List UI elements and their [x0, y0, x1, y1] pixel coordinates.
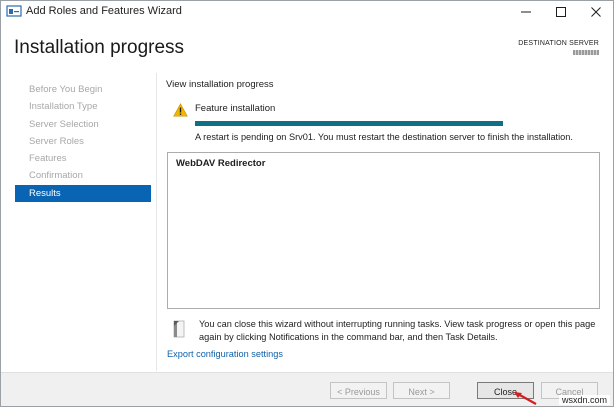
- progress-fill: [195, 121, 503, 126]
- installation-progress-bar: [195, 121, 503, 126]
- nav-item-before-you-begin[interactable]: Before You Begin: [15, 81, 151, 98]
- next-button[interactable]: Next >: [393, 382, 450, 399]
- minimize-icon: [521, 11, 531, 12]
- window-title: Add Roles and Features Wizard: [26, 5, 182, 17]
- notification-flag-icon: [173, 320, 185, 338]
- minimize-button[interactable]: [509, 1, 543, 22]
- nav-item-server-selection[interactable]: Server Selection: [15, 116, 151, 133]
- watermark: wsxdn.com: [558, 395, 610, 405]
- nav-item-server-roles[interactable]: Server Roles: [15, 133, 151, 150]
- previous-button[interactable]: < Previous: [330, 382, 387, 399]
- title-bar[interactable]: Add Roles and Features Wizard: [1, 1, 613, 22]
- close-wizard-info-text: You can close this wizard without interr…: [199, 319, 596, 342]
- section-title: View installation progress: [166, 79, 274, 90]
- nav-item-confirmation[interactable]: Confirmation: [15, 167, 151, 184]
- close-window-button[interactable]: [579, 1, 613, 22]
- destination-server-name-redacted: [573, 50, 599, 55]
- nav-item-installation-type[interactable]: Installation Type: [15, 98, 151, 115]
- restart-pending-message: A restart is pending on Srv01. You must …: [195, 132, 573, 142]
- export-configuration-link[interactable]: Export configuration settings: [167, 349, 283, 359]
- wizard-nav: Before You Begin Installation Type Serve…: [15, 81, 151, 203]
- server-manager-icon: [6, 5, 22, 17]
- nav-item-results[interactable]: Results: [15, 184, 151, 203]
- close-icon: [591, 6, 601, 17]
- page-title: Installation progress: [14, 37, 185, 58]
- results-item: WebDAV Redirector: [176, 158, 266, 169]
- nav-divider: [156, 73, 157, 371]
- feature-installation-label: Feature installation: [195, 103, 276, 114]
- destination-server-label: DESTINATION SERVER: [518, 40, 599, 47]
- wizard-window: Add Roles and Features Wizard Installati…: [0, 0, 614, 407]
- nav-item-features[interactable]: Features: [15, 150, 151, 167]
- red-arrow-annotation: [514, 392, 537, 405]
- results-list[interactable]: WebDAV Redirector: [167, 152, 600, 309]
- maximize-button[interactable]: [544, 1, 578, 22]
- maximize-icon: [556, 6, 566, 17]
- warning-icon: [173, 103, 188, 117]
